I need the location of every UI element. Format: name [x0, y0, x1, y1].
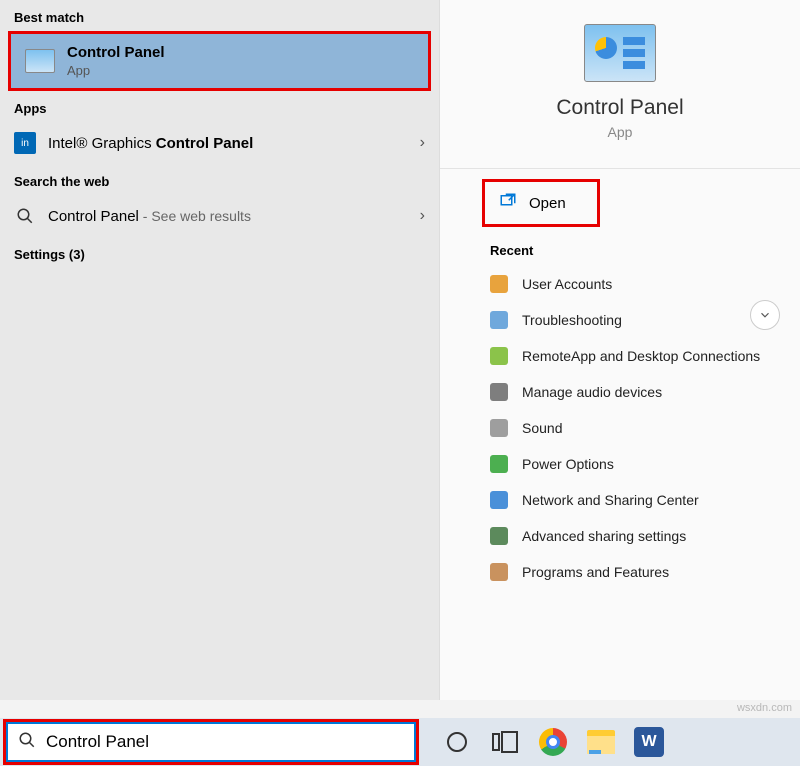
recent-label: Power Options	[522, 456, 614, 472]
recent-label: Troubleshooting	[522, 312, 622, 328]
open-button[interactable]: Open	[482, 179, 600, 227]
recent-label: RemoteApp and Desktop Connections	[522, 348, 760, 364]
file-explorer-icon[interactable]	[584, 725, 618, 759]
divider	[440, 168, 800, 169]
web-header: Search the web	[0, 164, 439, 195]
recent-list: User Accounts Troubleshooting RemoteApp …	[440, 266, 800, 590]
taskbar-search-box[interactable]	[6, 722, 416, 762]
best-match-text: Control Panel App	[67, 44, 165, 78]
best-match-item[interactable]: Control Panel App	[8, 31, 431, 91]
user-accounts-icon	[490, 275, 508, 293]
control-panel-large-icon	[584, 24, 656, 82]
recent-item-sound[interactable]: Sound	[440, 410, 800, 446]
preview-panel: Control Panel App Open Recent User Accou…	[440, 0, 800, 700]
app-item-intel-graphics[interactable]: in Intel® Graphics Control Panel ›	[0, 122, 439, 164]
recent-item-network[interactable]: Network and Sharing Center	[440, 482, 800, 518]
taskbar-icons: W	[440, 725, 666, 759]
app-item-label: Intel® Graphics Control Panel	[48, 135, 253, 152]
programs-icon	[490, 563, 508, 581]
search-results-panel: Best match Control Panel App Apps in Int…	[0, 0, 440, 700]
recent-item-sharing[interactable]: Advanced sharing settings	[440, 518, 800, 554]
task-view-icon[interactable]	[488, 725, 522, 759]
search-icon	[18, 731, 36, 754]
troubleshooting-icon	[490, 311, 508, 329]
recent-item-remoteapp[interactable]: RemoteApp and Desktop Connections	[440, 338, 800, 374]
intel-icon: in	[14, 132, 36, 154]
apps-header: Apps	[0, 91, 439, 122]
search-icon	[14, 205, 36, 227]
best-match-title: Control Panel	[67, 44, 165, 61]
recent-item-audio[interactable]: Manage audio devices	[440, 374, 800, 410]
search-input[interactable]	[46, 732, 404, 752]
best-match-subtitle: App	[67, 63, 165, 78]
recent-label: Manage audio devices	[522, 384, 662, 400]
preview-title: Control Panel	[440, 96, 800, 120]
recent-label: Sound	[522, 420, 562, 436]
open-label: Open	[529, 195, 566, 212]
cortana-icon[interactable]	[440, 725, 474, 759]
recent-item-user-accounts[interactable]: User Accounts	[440, 266, 800, 302]
recent-label: Advanced sharing settings	[522, 528, 686, 544]
audio-icon	[490, 383, 508, 401]
word-icon[interactable]: W	[632, 725, 666, 759]
preview-subtitle: App	[440, 124, 800, 140]
chrome-icon[interactable]	[536, 725, 570, 759]
preview-header: Control Panel App	[440, 0, 800, 152]
chevron-right-icon: ›	[420, 207, 425, 225]
settings-header[interactable]: Settings (3)	[0, 237, 439, 268]
sharing-icon	[490, 527, 508, 545]
recent-header: Recent	[440, 227, 800, 266]
recent-item-power[interactable]: Power Options	[440, 446, 800, 482]
recent-label: Network and Sharing Center	[522, 492, 699, 508]
recent-item-programs[interactable]: Programs and Features	[440, 554, 800, 590]
web-item-label: Control Panel - See web results	[48, 208, 251, 225]
watermark: wsxdn.com	[737, 702, 792, 714]
web-search-item[interactable]: Control Panel - See web results ›	[0, 195, 439, 237]
power-icon	[490, 455, 508, 473]
recent-label: User Accounts	[522, 276, 612, 292]
remoteapp-icon	[490, 347, 508, 365]
chevron-right-icon: ›	[420, 134, 425, 152]
sound-icon	[490, 419, 508, 437]
best-match-header: Best match	[0, 0, 439, 31]
network-icon	[490, 491, 508, 509]
open-icon	[499, 192, 517, 214]
taskbar: W	[0, 718, 800, 766]
recent-item-troubleshooting[interactable]: Troubleshooting	[440, 302, 800, 338]
recent-label: Programs and Features	[522, 564, 669, 580]
expand-chevron-button[interactable]	[750, 300, 780, 330]
control-panel-icon	[25, 49, 55, 73]
